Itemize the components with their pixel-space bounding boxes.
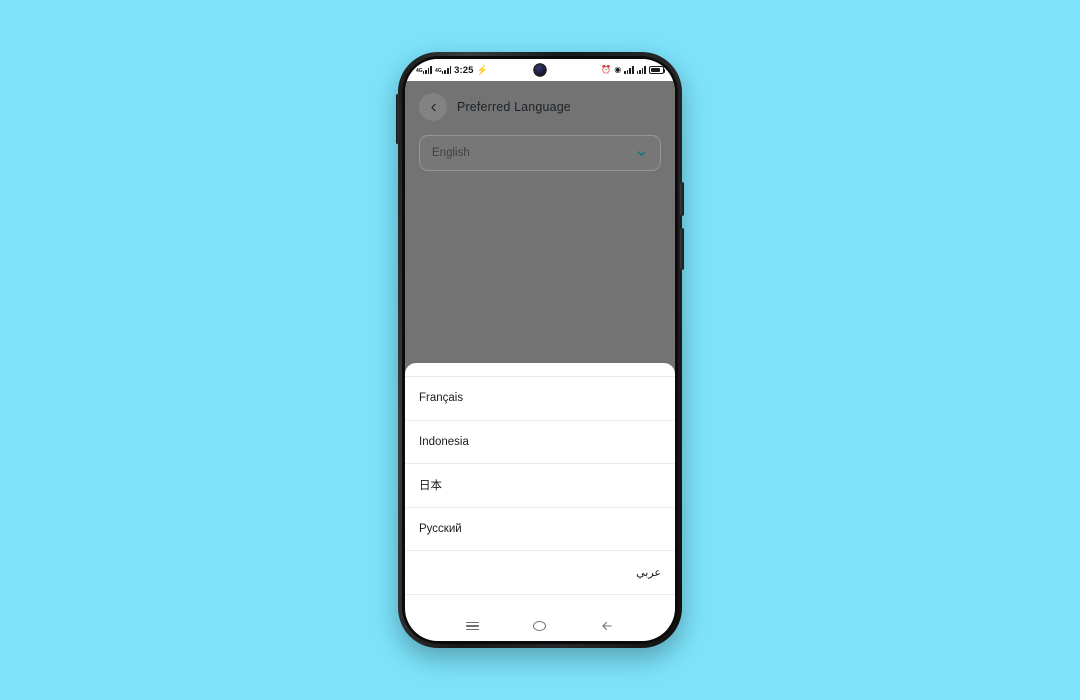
eye-care-icon: ◉ [614, 65, 622, 74]
nav-back-button[interactable] [600, 619, 614, 633]
back-arrow-icon [602, 621, 612, 631]
recents-icon [466, 621, 479, 631]
chevron-down-icon [637, 150, 646, 156]
network-type-label-1: 4G [416, 68, 423, 74]
app-header: Preferred Language [405, 81, 675, 131]
back-chevron-icon [430, 103, 436, 111]
list-item-label: 日本 [419, 480, 442, 493]
app-content-dimmed: Preferred Language English Français Indo… [405, 81, 675, 611]
list-item-label: Indonesia [419, 435, 469, 448]
nav-recents-button[interactable] [466, 621, 479, 631]
list-item-label: Français [419, 392, 464, 405]
list-item[interactable]: Indonesia [405, 421, 675, 464]
phone-screen: 4G 4G 3:25 ⚡ ⏰ ◉ Preferred Language Engl… [405, 59, 675, 641]
power-button[interactable] [680, 228, 684, 270]
language-select-value: English [432, 147, 470, 159]
list-item-label: عربي [636, 566, 661, 579]
phone-device-frame: 4G 4G 3:25 ⚡ ⏰ ◉ Preferred Language Engl… [396, 52, 684, 648]
page-title: Preferred Language [457, 100, 571, 114]
list-item-label: Русский [419, 522, 462, 535]
alarm-clock-icon: ⏰ [601, 65, 612, 74]
language-select-field[interactable]: English [419, 135, 661, 171]
wifi-icon [624, 66, 634, 74]
nav-home-button[interactable] [533, 621, 546, 631]
list-item[interactable]: Русский [405, 508, 675, 551]
list-item[interactable]: Français [405, 377, 675, 421]
status-bar-left: 4G 4G 3:25 ⚡ [416, 65, 488, 76]
left-side-button[interactable] [396, 94, 399, 144]
list-item[interactable] [405, 363, 675, 377]
back-button[interactable] [419, 93, 447, 121]
volume-button[interactable] [680, 182, 684, 216]
list-item[interactable]: عربي [405, 551, 675, 595]
network-type-label-2: 4G [435, 68, 442, 74]
list-item[interactable]: 日本 [405, 464, 675, 508]
signal-strength-icon [636, 66, 646, 74]
battery-icon [649, 66, 666, 74]
signal-bars-icon-2: 4G [435, 66, 452, 74]
android-nav-bar [405, 611, 675, 641]
home-icon [533, 621, 546, 631]
language-bottom-sheet: Français Indonesia 日本 Русский عربي [405, 363, 675, 611]
charging-bolt-icon: ⚡ [476, 64, 488, 75]
status-bar-right: ⏰ ◉ [601, 65, 666, 74]
status-bar-clock: 3:25 [454, 64, 474, 76]
signal-bars-icon: 4G [416, 66, 433, 74]
status-bar: 4G 4G 3:25 ⚡ ⏰ ◉ [405, 59, 675, 81]
punch-hole-camera [534, 64, 546, 76]
